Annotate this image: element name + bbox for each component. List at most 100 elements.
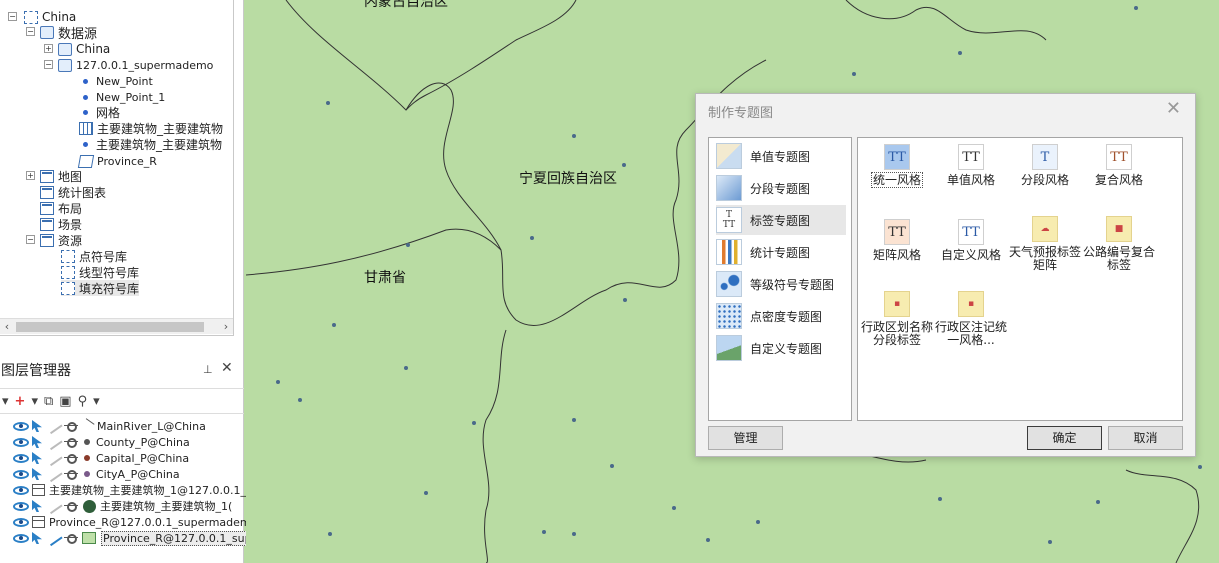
snap-icon[interactable] [64, 435, 78, 449]
theme-type-unique[interactable]: 单值专题图 [716, 141, 846, 171]
visible-icon[interactable] [13, 517, 29, 527]
visible-icon[interactable] [13, 453, 29, 463]
scroll-left-icon[interactable]: ‹ [0, 319, 14, 335]
text-style-icon: TT [958, 144, 984, 170]
selectable-icon[interactable] [32, 420, 42, 432]
collapse-icon[interactable]: − [26, 235, 35, 244]
style-matrix[interactable]: TT 矩阵风格 [860, 219, 934, 262]
scroll-thumb[interactable] [16, 322, 204, 332]
map-point [756, 520, 760, 524]
selectable-icon[interactable] [32, 500, 42, 512]
pin-icon[interactable]: ⊥ [203, 363, 213, 376]
datasource-icon [40, 25, 54, 39]
snap-icon[interactable] [64, 419, 78, 433]
snap-icon[interactable] [64, 531, 78, 545]
tree-item-ds-china[interactable]: + China [44, 41, 110, 57]
ok-button[interactable]: 确定 [1027, 426, 1102, 450]
theme-type-graph[interactable]: 统计专题图 [716, 237, 846, 267]
theme-type-label-theme[interactable]: T TT 标签专题图 [716, 205, 846, 235]
tree-item-layouts[interactable]: 布局 [40, 200, 82, 216]
visible-icon[interactable] [13, 421, 29, 431]
theme-type-range[interactable]: 分段专题图 [716, 173, 846, 203]
point-layer-icon [84, 455, 90, 461]
collapse-icon[interactable]: − [8, 12, 17, 21]
snap-icon[interactable] [64, 467, 78, 481]
tree-item-dataset[interactable]: New_Point [79, 73, 153, 89]
tree-item-resources[interactable]: − 资源 [26, 232, 82, 248]
search-icon[interactable]: ⚲ [78, 394, 88, 409]
tree-item-dataset[interactable]: 网格 [79, 104, 120, 120]
visible-icon[interactable] [13, 485, 29, 495]
visible-icon[interactable] [13, 469, 29, 479]
graduated-symbol-icon [716, 271, 742, 297]
point-symbol-lib-icon [61, 249, 75, 263]
editable-icon[interactable] [45, 497, 63, 515]
style-composite[interactable]: TT 复合风格 [1082, 144, 1156, 187]
visible-icon[interactable] [13, 501, 29, 511]
theme-type-graduated[interactable]: 等级符号专题图 [716, 269, 846, 299]
layer-name: MainRiver_L@China [97, 419, 206, 433]
style-custom[interactable]: TT 自定义风格 [934, 219, 1008, 262]
selectable-icon[interactable] [32, 532, 42, 544]
style-unique[interactable]: TT 单值风格 [934, 144, 1008, 187]
theme-type-dot-density[interactable]: 点密度专题图 [716, 301, 846, 331]
dropdown-icon[interactable]: ▾ [31, 394, 38, 409]
tree-item-dataset[interactable]: 主要建筑物_主要建筑物 [79, 120, 223, 136]
tree-item-dataset[interactable]: 主要建筑物_主要建筑物 [79, 136, 222, 152]
snap-icon[interactable] [64, 451, 78, 465]
editable-icon[interactable] [45, 433, 63, 451]
tree-item-datasources[interactable]: − 数据源 [26, 24, 97, 42]
layer-row[interactable]: Province_R@127.0.0.1_super [0, 529, 265, 547]
editable-icon[interactable] [45, 465, 63, 483]
expand-icon[interactable]: + [44, 44, 53, 53]
dropdown-icon[interactable]: ▾ [93, 394, 100, 409]
tree-item-symbol-lib[interactable]: 线型符号库 [61, 264, 139, 280]
editable-icon[interactable] [45, 529, 63, 547]
style-admin-range[interactable]: ▪ 行政区划名称分段标签 [860, 291, 934, 347]
horizontal-scrollbar[interactable]: ‹ › [0, 318, 233, 334]
tree-item-scenes[interactable]: 场景 [40, 216, 82, 232]
style-highway[interactable]: ■ 公路编号复合标签 [1082, 216, 1156, 272]
tree-item-charts[interactable]: 统计图表 [40, 184, 106, 200]
snap-icon[interactable] [64, 499, 78, 513]
layer-row[interactable]: County_P@China [0, 433, 190, 451]
theme-type-custom[interactable]: 自定义专题图 [716, 333, 846, 363]
layer-row[interactable]: 主要建筑物_主要建筑物_1@127.0.0.1_ [0, 482, 246, 498]
tree-item-symbol-lib[interactable]: 填充符号库 [61, 280, 140, 296]
collapse-icon[interactable]: − [44, 60, 53, 69]
point-dataset-icon [83, 94, 88, 100]
tree-item-dataset[interactable]: New_Point_1 [79, 89, 165, 105]
layer-group-icon[interactable]: ▣ [59, 394, 71, 409]
layer-row[interactable]: MainRiver_L@China [0, 417, 206, 435]
collapse-icon[interactable]: − [26, 27, 35, 36]
tree-item-symbol-lib[interactable]: 点符号库 [61, 248, 127, 264]
editable-icon[interactable] [45, 449, 63, 467]
layer-row[interactable]: Capital_P@China [0, 449, 189, 467]
style-admin-uniform[interactable]: ▪ 行政区注记统一风格... [934, 291, 1008, 347]
expand-icon[interactable]: + [26, 171, 35, 180]
visible-icon[interactable] [13, 437, 29, 447]
add-layer-icon[interactable]: + [15, 394, 26, 409]
visible-icon[interactable] [13, 533, 29, 543]
layer-row[interactable]: CityA_P@China [0, 465, 180, 483]
style-weather[interactable]: ☁ 天气预报标签矩阵 [1008, 216, 1082, 272]
layer-style-icon[interactable]: ▾ [2, 394, 9, 409]
tree-item-maps[interactable]: + 地图 [26, 168, 82, 184]
selectable-icon[interactable] [32, 436, 42, 448]
style-range[interactable]: T 分段风格 [1008, 144, 1082, 187]
copy-layer-icon[interactable]: ⧉ [44, 394, 53, 409]
layer-row[interactable]: 主要建筑物_主要建筑物_1( [0, 497, 232, 515]
editable-icon[interactable] [45, 417, 63, 435]
style-uniform[interactable]: TT 统一风格 [860, 144, 934, 188]
close-icon[interactable]: ✕ [221, 360, 233, 376]
cancel-button[interactable]: 取消 [1108, 426, 1183, 450]
layer-row[interactable]: Province_R@127.0.0.1_supermademo# [0, 514, 267, 530]
tree-label: 填充符号库 [79, 281, 140, 296]
tree-item-dataset[interactable]: Province_R [77, 153, 157, 169]
close-icon[interactable]: ✕ [1166, 98, 1181, 119]
tree-item-ds-remote[interactable]: − 127.0.0.1_supermademo [44, 57, 213, 73]
manage-button[interactable]: 管理 [708, 426, 783, 450]
selectable-icon[interactable] [32, 452, 42, 464]
scroll-right-icon[interactable]: › [219, 319, 233, 335]
selectable-icon[interactable] [32, 468, 42, 480]
